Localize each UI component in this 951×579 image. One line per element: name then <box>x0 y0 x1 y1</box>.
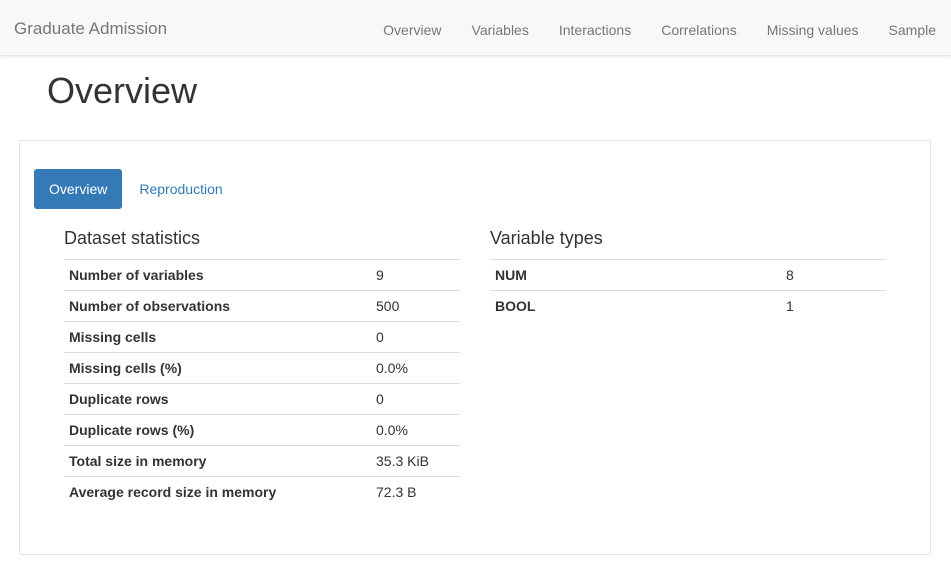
dataset-statistics-section: Dataset statistics Number of variables 9… <box>64 228 460 508</box>
tab-bar: Overview Reproduction <box>34 169 238 209</box>
nav-link-sample[interactable]: Sample <box>874 0 951 56</box>
stat-label: Average record size in memory <box>64 476 371 508</box>
nav-link-variables[interactable]: Variables <box>457 0 544 56</box>
table-row: NUM 8 <box>490 259 886 291</box>
table-row: BOOL 1 <box>490 290 886 322</box>
overview-panel: Overview Reproduction Dataset statistics… <box>19 140 931 555</box>
table-row: Duplicate rows 0 <box>64 383 460 415</box>
stat-value: 72.3 B <box>371 476 460 508</box>
stat-value: 0.0% <box>371 414 460 446</box>
type-label: BOOL <box>490 290 781 322</box>
stat-label: Number of observations <box>64 290 371 322</box>
dataset-statistics-table: Number of variables 9 Number of observat… <box>64 259 460 508</box>
type-label: NUM <box>490 259 781 291</box>
nav-link-missing-values[interactable]: Missing values <box>752 0 874 56</box>
table-row: Missing cells (%) 0.0% <box>64 352 460 384</box>
type-count: 8 <box>781 259 886 291</box>
table-row: Missing cells 0 <box>64 321 460 353</box>
variable-types-heading: Variable types <box>490 228 603 248</box>
dataset-statistics-heading: Dataset statistics <box>64 228 201 248</box>
table-row: Total size in memory 35.3 KiB <box>64 445 460 477</box>
navbar-brand[interactable]: Graduate Admission <box>14 19 167 39</box>
stat-value: 9 <box>371 259 460 291</box>
type-count: 1 <box>781 290 886 322</box>
stat-label: Missing cells <box>64 321 371 353</box>
table-row: Duplicate rows (%) 0.0% <box>64 414 460 446</box>
nav-link-interactions[interactable]: Interactions <box>544 0 646 56</box>
tab-reproduction[interactable]: Reproduction <box>124 169 237 209</box>
stat-value: 35.3 KiB <box>371 445 460 477</box>
table-row: Number of observations 500 <box>64 290 460 322</box>
nav-link-correlations[interactable]: Correlations <box>646 0 751 56</box>
stat-label: Total size in memory <box>64 445 371 477</box>
stat-value: 0 <box>371 321 460 353</box>
table-row: Number of variables 9 <box>64 259 460 291</box>
stat-value: 0 <box>371 383 460 415</box>
stat-label: Duplicate rows (%) <box>64 414 371 446</box>
nav-link-overview[interactable]: Overview <box>368 0 456 56</box>
stat-label: Duplicate rows <box>64 383 371 415</box>
navbar-links: Overview Variables Interactions Correlat… <box>368 0 951 56</box>
stat-label: Number of variables <box>64 259 371 291</box>
stat-value: 0.0% <box>371 352 460 384</box>
variable-types-section: Variable types NUM 8 BOOL 1 <box>490 228 886 322</box>
page-title: Overview <box>47 70 198 111</box>
tab-overview[interactable]: Overview <box>34 169 123 209</box>
variable-types-table: NUM 8 BOOL 1 <box>490 259 886 322</box>
table-row: Average record size in memory 72.3 B <box>64 476 460 508</box>
top-navbar: Graduate Admission Overview Variables In… <box>0 0 951 56</box>
stat-value: 500 <box>371 290 460 322</box>
stat-label: Missing cells (%) <box>64 352 371 384</box>
